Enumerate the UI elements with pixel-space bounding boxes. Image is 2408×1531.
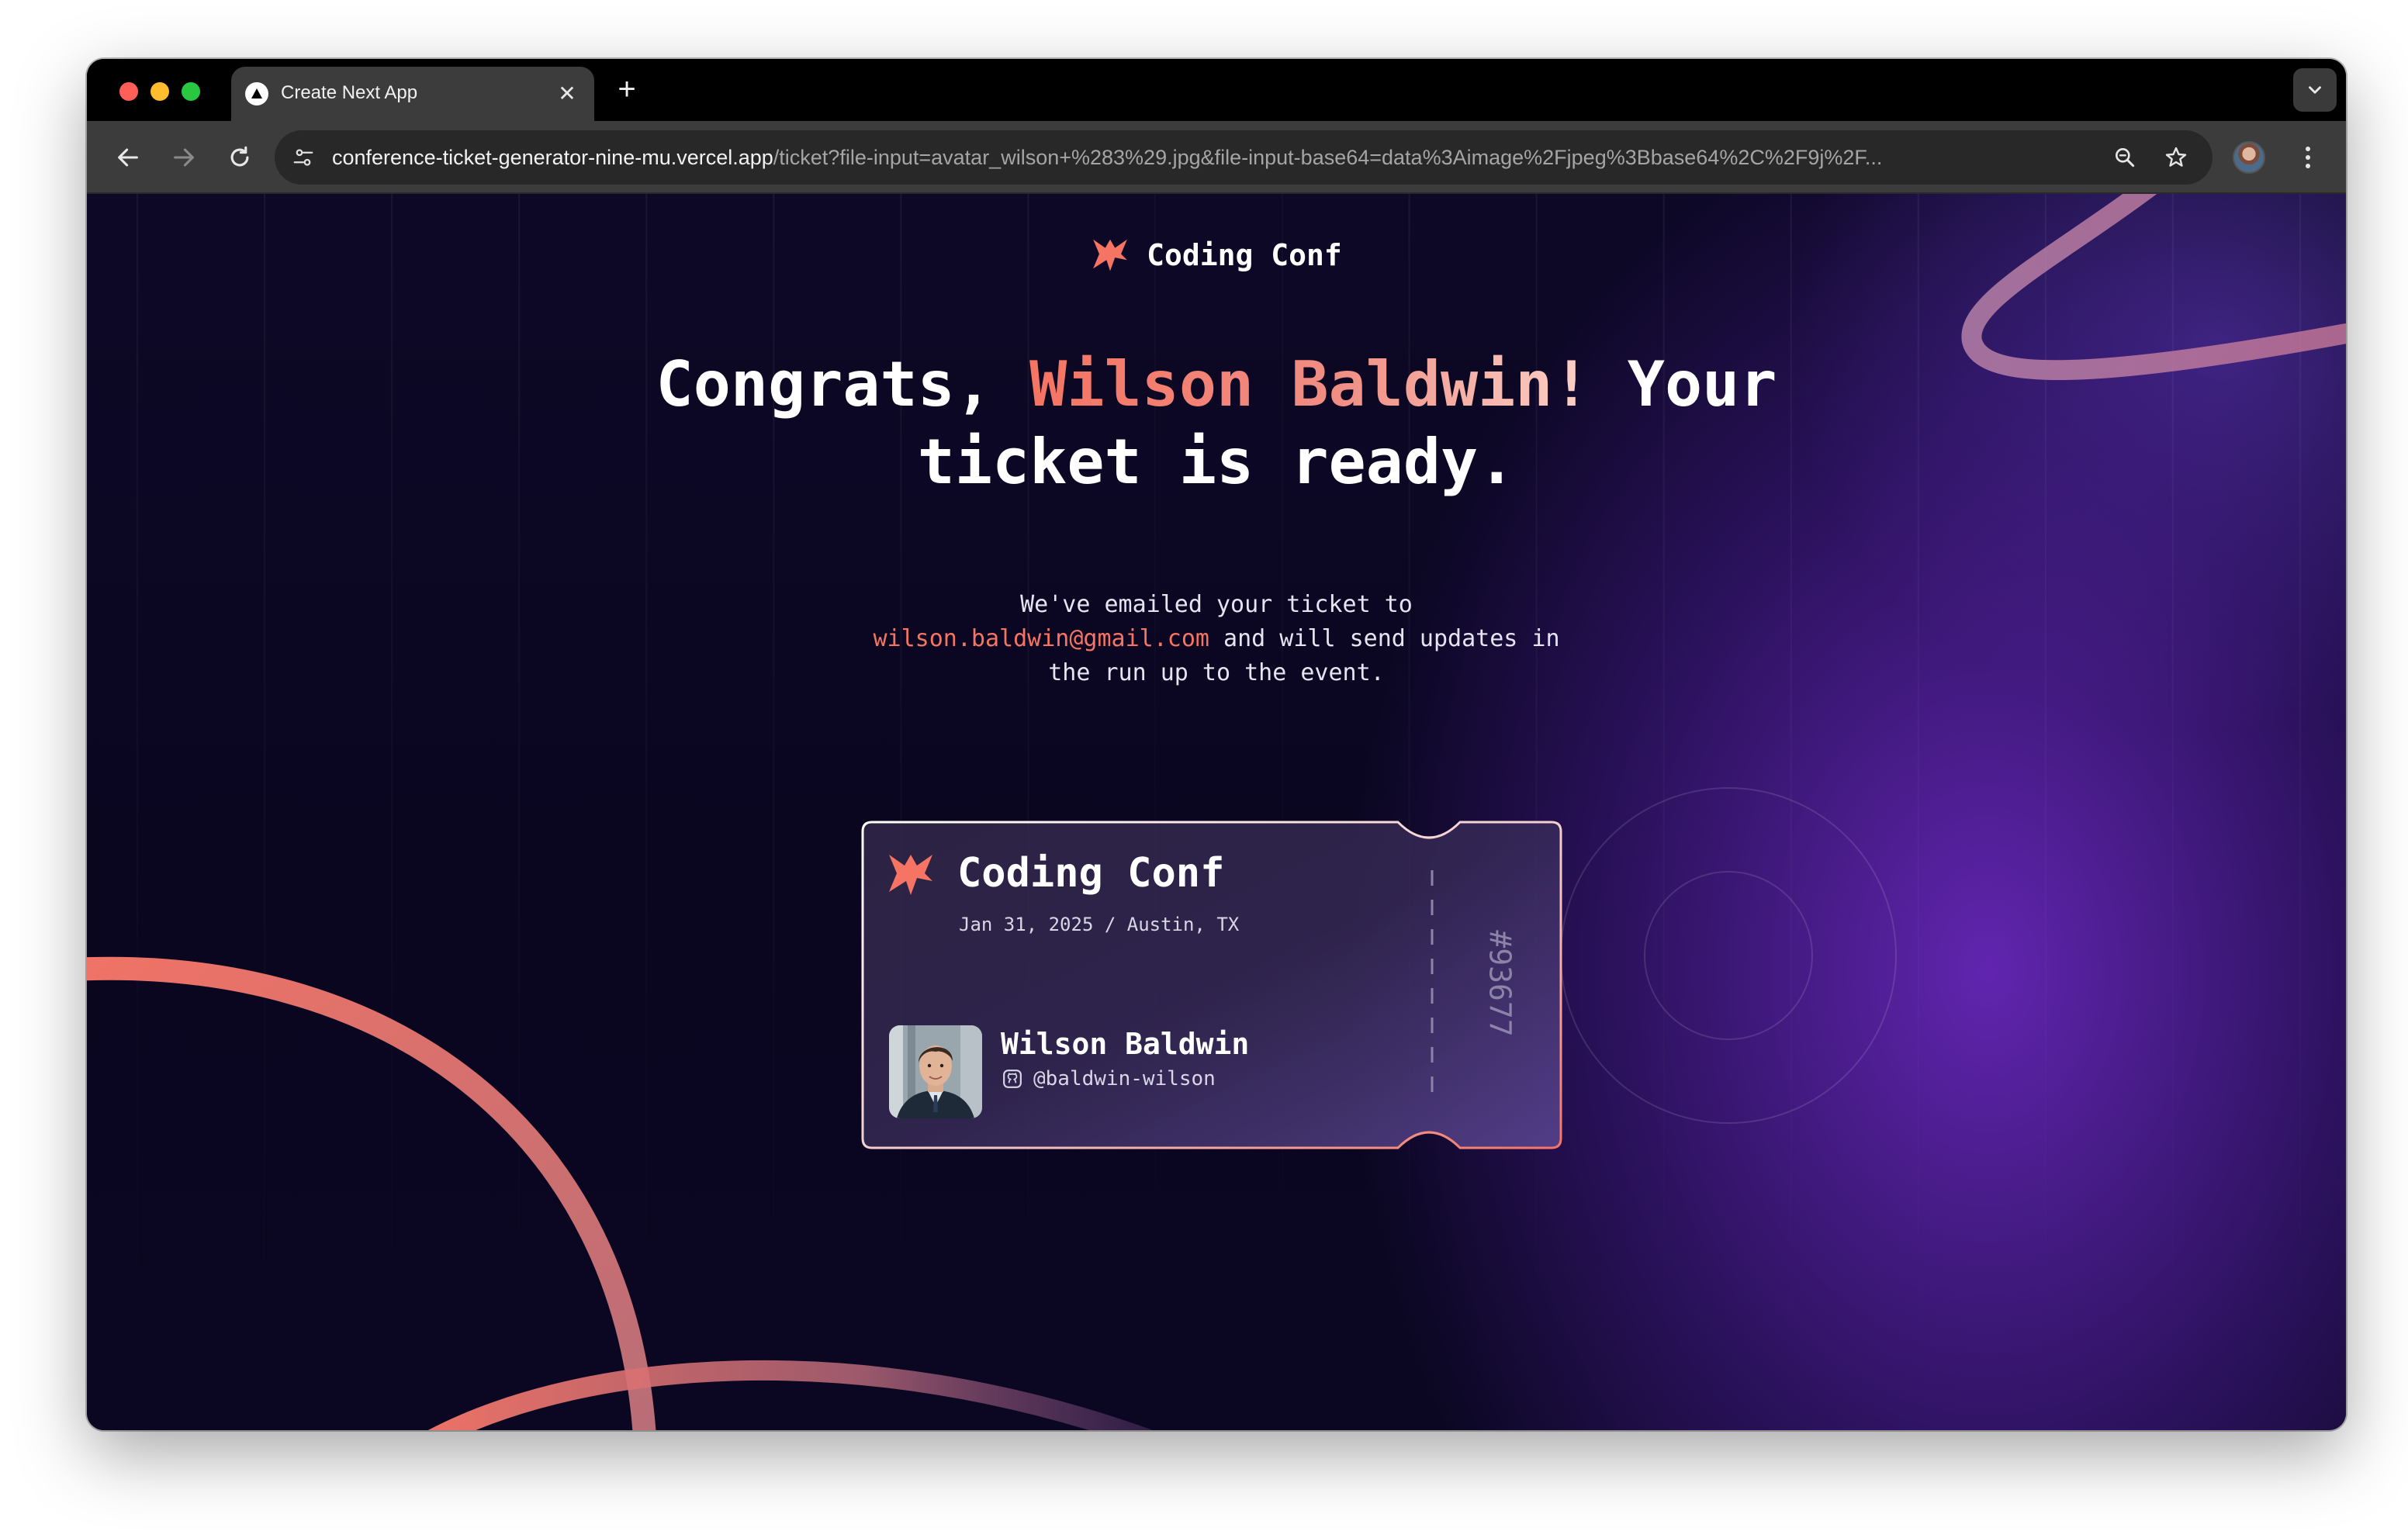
conference-ticket: Coding Conf Jan 31, 2025 / Austin, TX Wi… [861,821,1562,1149]
back-button[interactable] [109,138,147,177]
forward-button[interactable] [164,138,203,177]
chevron-down-icon [2309,86,2321,94]
arrow-right-icon [174,148,194,167]
magnifier-icon [2116,148,2135,168]
bookmark-button[interactable] [2160,141,2192,174]
zoom-button[interactable] [2109,141,2141,174]
close-window-button[interactable] [119,82,138,101]
github-handle: @baldwin-wilson [1033,1067,1216,1090]
site-settings-button[interactable] [285,140,321,175]
confirmation-message: We've emailed your ticket to wilson.bald… [867,588,1566,690]
profile-avatar[interactable] [2233,141,2265,174]
ticket-number: #93677 [1483,930,1517,1037]
url-host: conference-ticket-generator-nine-mu.verc… [332,146,773,169]
email-address: wilson.baldwin@gmail.com [873,625,1209,652]
ticket-event-name: Coding Conf [957,850,1225,897]
tab-title: Create Next App [281,82,418,103]
top-right-swoosh [1961,194,2346,380]
headline-name: Wilson Baldwin! [1029,348,1590,420]
left-circle-arc [87,956,656,1430]
brand-name: Coding Conf [1147,238,1342,272]
tab-create-next-app[interactable]: Create Next App ✕ [231,67,594,121]
url-text[interactable]: conference-ticket-generator-nine-mu.verc… [332,146,2093,170]
maximize-window-button[interactable] [182,82,200,101]
page-viewport: Coding Conf Congrats, Wilson Baldwin! Yo… [87,194,2346,1430]
tab-close-icon[interactable]: ✕ [554,81,580,107]
attendee-name: Wilson Baldwin [1001,1027,1250,1061]
ticket-date-location: Jan 31, 2025 / Austin, TX [959,914,1240,935]
arrow-left-icon [118,148,138,167]
new-tab-button[interactable]: + [608,71,645,109]
kebab-icon [2306,147,2310,168]
browser-menu-button[interactable] [2289,138,2327,177]
address-bar[interactable]: conference-ticket-generator-nine-mu.verc… [275,130,2213,185]
github-icon [1003,1070,1022,1088]
tab-strip: Create Next App ✕ + [87,59,2346,121]
reload-button[interactable] [220,138,259,177]
coding-conf-logo-icon [1093,239,1128,271]
star-icon [2165,147,2187,167]
ticket-number-wrapper: #93677 [1454,930,1547,1036]
browser-window: Create Next App ✕ + conference-ticket-ge… [87,59,2346,1430]
reload-icon [230,146,249,167]
message-before-email: We've emailed your ticket to [1020,591,1413,618]
attendee-avatar [889,1025,982,1118]
bottom-curve-arc [428,1360,1153,1430]
tab-search-button[interactable] [2293,68,2337,112]
github-handle-row: @baldwin-wilson [1002,1067,1216,1090]
minimize-window-button[interactable] [150,82,169,101]
page-title: Congrats, Wilson Baldwin! Your ticket is… [596,346,1837,501]
site-header: Coding Conf [87,236,2346,275]
nextjs-favicon-icon [245,82,268,105]
tune-icon [293,149,313,166]
url-path: /ticket?file-input=avatar_wilson+%283%29… [773,146,1883,169]
ticket-logo-icon [889,855,932,895]
concentric-circles [1560,787,1897,1124]
headline-prefix: Congrats, [656,348,1030,420]
browser-toolbar: conference-ticket-generator-nine-mu.verc… [87,121,2346,194]
